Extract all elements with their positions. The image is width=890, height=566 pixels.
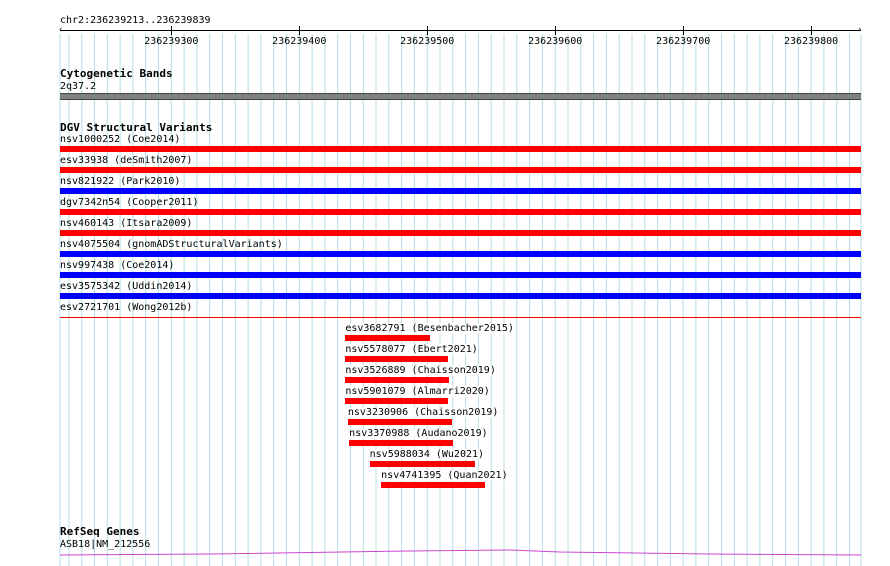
dgv-variant-label[interactable]: esv33938 (deSmith2007) xyxy=(60,155,192,166)
ruler-tick-label: 236239500 xyxy=(400,36,455,47)
dgv-variant-bar[interactable] xyxy=(60,167,861,173)
ruler-tick xyxy=(171,26,173,35)
cytoband-bar[interactable] xyxy=(60,93,861,100)
dgv-variant-bar[interactable] xyxy=(345,398,448,404)
ruler-tick-label: 236239300 xyxy=(144,36,199,47)
ruler-tick-label: 236239700 xyxy=(656,36,711,47)
ruler-tick xyxy=(299,26,301,35)
dgv-variant-bar[interactable] xyxy=(369,461,475,467)
dgv-variant-label[interactable]: nsv4741395 (Quan2021) xyxy=(381,470,508,481)
ruler-tick xyxy=(683,26,685,35)
dgv-variant-label[interactable]: nsv460143 (Itsara2009) xyxy=(60,218,192,229)
dgv-track-title[interactable]: DGV Structural Variants xyxy=(60,122,212,134)
cytoband-track-title[interactable]: Cytogenetic Bands xyxy=(60,68,173,80)
dgv-variant-label[interactable]: nsv1000252 (Coe2014) xyxy=(60,134,180,145)
dgv-variant-bar[interactable] xyxy=(60,146,861,152)
dgv-variant-bar[interactable] xyxy=(60,188,861,194)
dgv-variant-label[interactable]: dgv7342n54 (Cooper2011) xyxy=(60,197,198,208)
dgv-variant-label[interactable]: nsv3230906 (Chaisson2019) xyxy=(347,407,499,418)
dgv-variant-label[interactable]: nsv5988034 (Wu2021) xyxy=(369,449,485,460)
dgv-row-separator xyxy=(60,317,861,318)
refseq-gene-line[interactable] xyxy=(60,546,861,558)
dgv-variant-label[interactable]: nsv3370988 (Audano2019) xyxy=(349,428,488,439)
dgv-variant-bar[interactable] xyxy=(345,377,449,383)
ruler-tick-label: 236239600 xyxy=(528,36,583,47)
dgv-variant-label[interactable]: nsv997438 (Coe2014) xyxy=(60,260,174,271)
dgv-variant-bar[interactable] xyxy=(60,272,861,278)
dgv-variant-label[interactable]: esv3575342 (Uddin2014) xyxy=(60,281,192,292)
ruler-tick xyxy=(555,26,557,35)
dgv-variant-label[interactable]: nsv4075504 (gnomADStructuralVariants) xyxy=(60,239,283,250)
dgv-variant-label[interactable]: esv2721701 (Wong2012b) xyxy=(60,302,192,313)
ruler-tick-label: 236239800 xyxy=(784,36,839,47)
dgv-variant-bar[interactable] xyxy=(347,419,452,425)
ruler-left-arrow-icon: ‹ xyxy=(58,25,64,35)
dgv-variant-label[interactable]: nsv5901079 (Almarri2020) xyxy=(345,386,490,397)
dgv-variant-label[interactable]: nsv5578077 (Ebert2021) xyxy=(345,344,478,355)
ruler-location: chr2:236239213..236239839 xyxy=(60,15,211,26)
dgv-variant-bar[interactable] xyxy=(60,230,861,236)
dgv-variant-bar[interactable] xyxy=(345,335,430,341)
dgv-variant-bar[interactable] xyxy=(60,209,861,215)
refseq-track-title[interactable]: RefSeq Genes xyxy=(60,526,139,538)
ruler-tick-label: 236239400 xyxy=(272,36,327,47)
dgv-variant-bar[interactable] xyxy=(345,356,448,362)
dgv-variant-bar[interactable] xyxy=(349,440,453,446)
dgv-variant-label[interactable]: esv3682791 (Besenbacher2015) xyxy=(345,323,514,334)
ruler-axis xyxy=(60,30,861,31)
ruler-tick xyxy=(427,26,429,35)
ruler-tick xyxy=(811,26,813,35)
dgv-variant-label[interactable]: nsv821922 (Park2010) xyxy=(60,176,180,187)
ruler-right-arrow-icon: › xyxy=(857,25,863,35)
cytoband-label: 2q37.2 xyxy=(60,81,97,92)
dgv-variant-bar[interactable] xyxy=(60,293,861,299)
dgv-variant-label[interactable]: nsv3526889 (Chaisson2019) xyxy=(345,365,496,376)
dgv-variant-bar[interactable] xyxy=(60,251,861,257)
dgv-variant-bar[interactable] xyxy=(381,482,485,488)
